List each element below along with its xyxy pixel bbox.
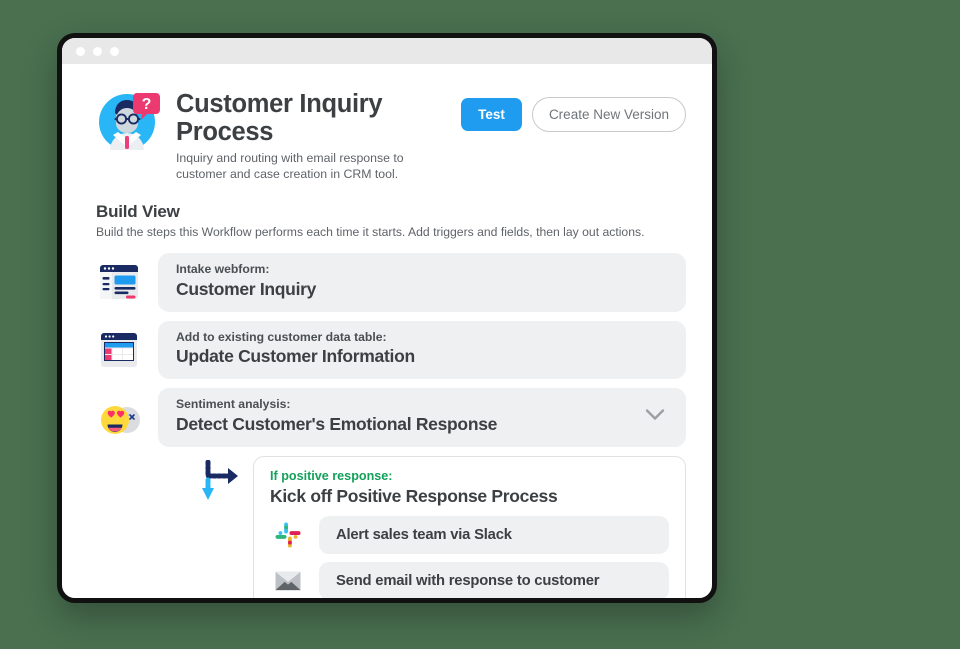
step-label: Add to existing customer data table: (176, 329, 387, 344)
close-icon[interactable] (76, 46, 85, 56)
minimize-icon[interactable] (93, 46, 102, 56)
page-title: Customer Inquiry Process (176, 90, 383, 147)
page-header: ? Customer Inquiry Process Inquiry and r… (96, 86, 686, 183)
workflow-branch: If positive response: Kick off Positive … (96, 455, 686, 598)
maximize-icon[interactable] (110, 46, 119, 56)
screen-background: ? Customer Inquiry Process Inquiry and r… (0, 0, 960, 649)
step-label: Intake webform: (176, 261, 270, 276)
build-view-section: Build View Build the steps this Workflow… (96, 202, 686, 239)
workflow-step: Sentiment analysis: Detect Customer's Em… (96, 388, 686, 447)
step-text: Add to existing customer data table: Upd… (176, 330, 668, 369)
browser-window: ? Customer Inquiry Process Inquiry and r… (57, 33, 717, 603)
branch-sub-steps: Alert sales team via Slack Send email wi… (270, 515, 669, 598)
sub-step-card[interactable]: Send email with response to customer (319, 561, 669, 598)
title-block: Customer Inquiry Process Inquiry and rou… (176, 86, 447, 183)
step-value: Detect Customer's Emotional Response (176, 414, 498, 435)
step-card[interactable]: Intake webform: Customer Inquiry (158, 252, 686, 312)
svg-text:?: ? (142, 96, 152, 113)
page-subtitle: Inquiry and routing with email response … (176, 151, 404, 182)
webform-icon (96, 259, 142, 305)
window-titlebar (62, 38, 712, 64)
header-actions: Test Create New Version (461, 86, 686, 132)
test-button[interactable]: Test (461, 98, 522, 131)
branch-title: Kick off Positive Response Process (270, 485, 558, 506)
chevron-down-icon[interactable] (642, 401, 668, 432)
sub-step-row: Send email with response to customer (270, 561, 669, 598)
page-content: ? Customer Inquiry Process Inquiry and r… (62, 64, 712, 598)
step-text: Intake webform: Customer Inquiry (176, 262, 668, 301)
step-label: Sentiment analysis: (176, 397, 291, 412)
sentiment-emoji-icon (96, 395, 142, 441)
branch-arrows (201, 456, 245, 513)
slack-icon (270, 517, 306, 553)
user-question-avatar-icon: ? (96, 88, 162, 154)
sub-step-row: Alert sales team via Slack (270, 515, 669, 554)
data-table-icon (96, 327, 142, 373)
build-view-description: Build the steps this Workflow performs e… (96, 224, 645, 239)
build-view-title: Build View (96, 201, 180, 221)
step-card[interactable]: Add to existing customer data table: Upd… (158, 320, 686, 380)
workflow-step: Add to existing customer data table: Upd… (96, 320, 686, 380)
workflow-step: Intake webform: Customer Inquiry (96, 252, 686, 312)
branch-condition: If positive response: (270, 468, 393, 483)
sub-step-card[interactable]: Alert sales team via Slack (319, 515, 669, 554)
branch-card: If positive response: Kick off Positive … (253, 455, 686, 598)
step-text: Sentiment analysis: Detect Customer's Em… (176, 397, 630, 436)
arrow-down-icon (202, 477, 214, 500)
elbow-arrow-right-icon (205, 459, 238, 484)
step-card[interactable]: Sentiment analysis: Detect Customer's Em… (158, 388, 686, 447)
step-value: Customer Inquiry (176, 278, 317, 299)
step-value: Update Customer Information (176, 346, 415, 367)
email-icon (270, 563, 306, 598)
workflow-steps: Intake webform: Customer Inquiry Add to … (96, 252, 686, 598)
create-new-version-button[interactable]: Create New Version (531, 97, 686, 132)
